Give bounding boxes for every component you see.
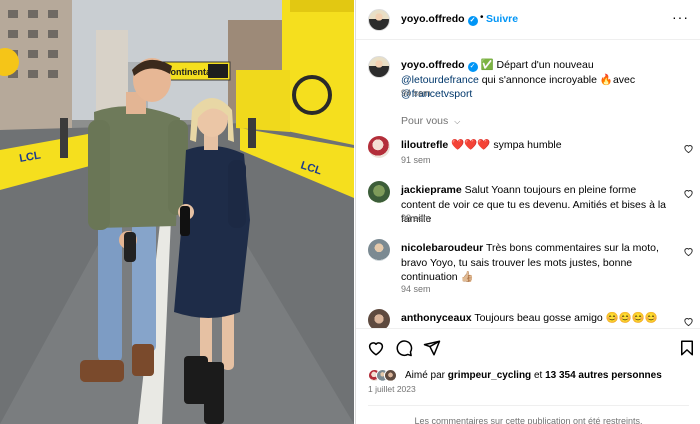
comment-body: liloutrefle ❤️❤️❤️ sympa humble (401, 138, 673, 153)
comment-like-heart-icon[interactable] (683, 246, 694, 257)
verified-badge-icon: ✓ (467, 16, 478, 26)
caption-username[interactable]: yoyo.offredo (401, 59, 465, 71)
post-photo[interactable]: Continental LCL LCL (0, 0, 354, 424)
author-avatar[interactable] (368, 9, 390, 31)
comments-restricted-note: Les commentaires sur cette publication o… (368, 405, 689, 424)
share-icon[interactable] (423, 339, 441, 357)
comment-username[interactable]: nicolebaroudeur (401, 242, 483, 254)
comment-icon[interactable] (395, 339, 413, 357)
caption-text-part2: qui s'annonce incroyable 🔥avec (481, 73, 636, 86)
liker-avatar (384, 369, 397, 382)
comment-text: ❤️❤️❤️ sympa humble (451, 139, 562, 151)
comment-age: 91 sem (401, 155, 431, 165)
likes-count[interactable]: 13 354 autres personnes (545, 370, 662, 381)
comment-age: 94 sem (401, 284, 431, 294)
caption-check-emoji: ✅ (480, 59, 494, 71)
comment-username[interactable]: jackieprame (401, 184, 462, 196)
commenter-avatar[interactable] (368, 136, 390, 158)
comment-username[interactable]: liloutrefle (401, 139, 448, 151)
photo-illustration: Continental LCL LCL (0, 0, 354, 424)
comment-body: nicolebaroudeur Très bons commentaires s… (401, 241, 673, 285)
comment-age: 93 sem (401, 213, 431, 223)
commenter-avatar[interactable] (368, 239, 390, 261)
more-options-icon[interactable]: ··· (672, 9, 689, 25)
instagram-post-view: Continental LCL LCL yoyo.offredo ✓ • Sui… (0, 0, 700, 424)
mention-letourdefrance[interactable]: @letourdefrance (401, 74, 479, 86)
post-actions-bar: Aimé par grimpeur_cycling et 13 354 autr… (356, 328, 700, 424)
caption-age: 94 sem (401, 88, 431, 98)
likes-prefix: Aimé par (405, 370, 446, 381)
likes-middle: et (533, 370, 543, 381)
separator-dot: • (480, 12, 484, 23)
comment-text: Toujours beau gosse amigo 😊😊😊😊 (474, 312, 658, 324)
caption-author-avatar[interactable] (368, 56, 390, 78)
author-username[interactable]: yoyo.offredo (401, 13, 465, 25)
likes-user[interactable]: grimpeur_cycling (448, 370, 531, 381)
chevron-down-icon: ⌵ (454, 117, 461, 126)
verified-badge-icon: ✓ (467, 62, 478, 72)
comment-body: anthonyceaux Toujours beau gosse amigo 😊… (401, 311, 673, 326)
follow-button[interactable]: Suivre (486, 13, 518, 25)
commenter-avatar[interactable] (368, 181, 390, 203)
bookmark-icon[interactable] (678, 339, 696, 357)
likes-text: Aimé par grimpeur_cycling et 13 354 autr… (405, 370, 662, 381)
post-header: yoyo.offredo ✓ • Suivre ··· (356, 0, 700, 40)
banner-left-text: Continental (164, 67, 214, 77)
comment-filter-label: Pour vous (401, 115, 449, 127)
comment-like-heart-icon[interactable] (683, 188, 694, 199)
post-side-panel: yoyo.offredo ✓ • Suivre ··· yoyo.offredo ✓… (355, 0, 700, 424)
caption-text-part1: Départ d'un nouveau (496, 59, 594, 71)
heart-icon[interactable] (367, 339, 385, 357)
author-username-row[interactable]: yoyo.offredo ✓ (401, 13, 478, 26)
caption-text: yoyo.offredo ✓ ✅ Départ d'un nouveau @let… (401, 58, 673, 102)
post-date[interactable]: 1 juillet 2023 (368, 384, 416, 394)
comment-like-heart-icon[interactable] (683, 316, 694, 327)
comment-body: jackieprame Salut Yoann toujours en plei… (401, 183, 673, 227)
comment-filter-dropdown[interactable]: Pour vous ⌵ (401, 115, 460, 127)
comment-like-heart-icon[interactable] (683, 143, 694, 154)
comment-username[interactable]: anthonyceaux (401, 312, 472, 324)
